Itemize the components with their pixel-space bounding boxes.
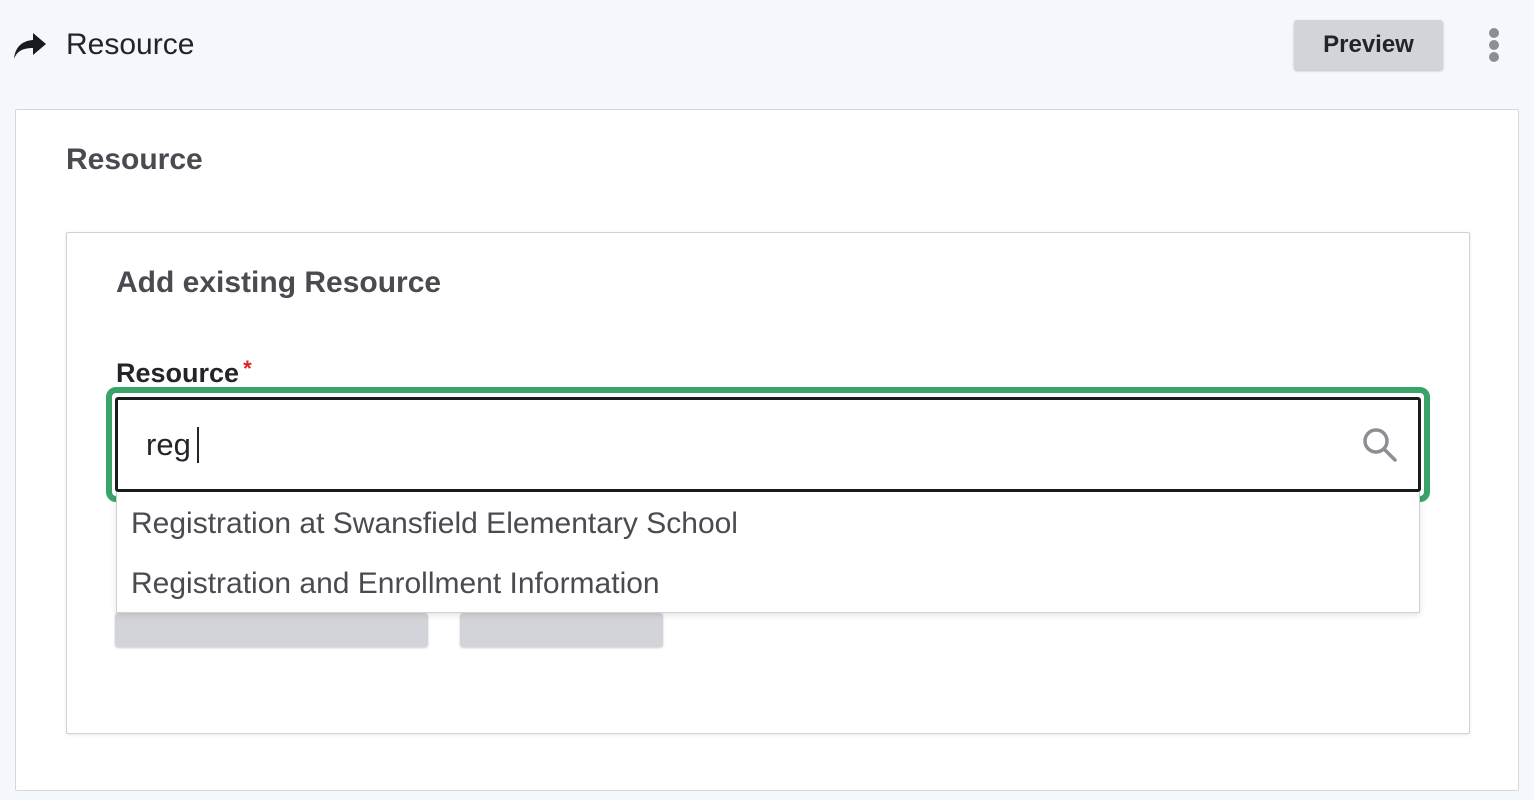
section-title: Resource [66, 143, 203, 176]
share-forward-icon[interactable] [12, 31, 48, 61]
autocomplete-dropdown: Registration at Swansfield Elementary Sc… [116, 492, 1420, 613]
hidden-action-button-2[interactable] [460, 613, 663, 647]
header-bar: Resource Preview [0, 0, 1534, 90]
page-title: Resource [66, 28, 195, 61]
resource-search-input[interactable] [146, 422, 1326, 468]
resource-section: Resource Add existing Resource Resource *… [15, 109, 1519, 791]
add-existing-title: Add existing Resource [116, 266, 442, 299]
more-vertical-icon[interactable] [1478, 24, 1510, 66]
hidden-action-button-1[interactable] [115, 613, 428, 647]
search-icon[interactable] [1361, 426, 1399, 464]
required-marker: * [243, 356, 252, 381]
resource-search-field[interactable] [115, 397, 1421, 492]
resource-field-label-text: Resource [116, 358, 240, 388]
preview-button[interactable]: Preview [1294, 20, 1443, 70]
text-caret [197, 427, 199, 463]
add-existing-resource-panel: Add existing Resource Resource* Registra… [66, 232, 1470, 734]
autocomplete-option[interactable]: Registration and Enrollment Information [131, 554, 1411, 614]
resource-field-label: Resource * [116, 356, 252, 391]
autocomplete-option[interactable]: Registration at Swansfield Elementary Sc… [131, 494, 1411, 554]
